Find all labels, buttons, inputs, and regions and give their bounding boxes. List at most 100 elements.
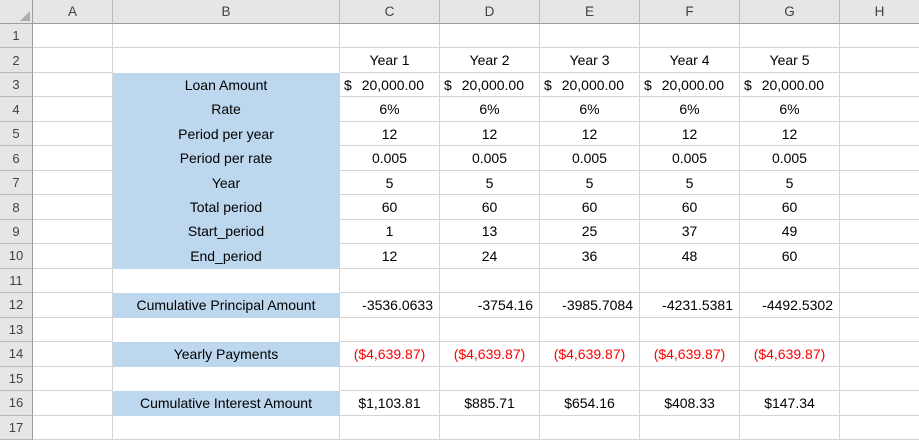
row-header-15[interactable]: 15 xyxy=(0,367,33,391)
cell-H13[interactable] xyxy=(840,318,919,342)
cell-B13[interactable] xyxy=(113,318,340,342)
cell-H8[interactable] xyxy=(840,195,919,219)
row-header-2[interactable]: 2 xyxy=(0,48,33,72)
cell-E10[interactable]: 36 xyxy=(540,244,640,268)
cell-A4[interactable] xyxy=(33,97,113,121)
cell-H14[interactable] xyxy=(840,342,919,366)
cell-C5[interactable]: 12 xyxy=(340,122,440,146)
cell-C14[interactable]: ($4,639.87) xyxy=(340,342,440,366)
cell-E14[interactable]: ($4,639.87) xyxy=(540,342,640,366)
row-header-13[interactable]: 13 xyxy=(0,318,33,342)
cell-B5[interactable]: Period per year xyxy=(113,122,340,146)
row-header-6[interactable]: 6 xyxy=(0,146,33,170)
cell-D12[interactable]: -3754.16 xyxy=(440,293,540,317)
cell-A17[interactable] xyxy=(33,416,113,440)
cell-G10[interactable]: 60 xyxy=(740,244,840,268)
cell-D1[interactable] xyxy=(440,24,540,48)
cell-B7[interactable]: Year xyxy=(113,171,340,195)
row-header-16[interactable]: 16 xyxy=(0,391,33,415)
cell-C16[interactable]: $1,103.81 xyxy=(340,391,440,415)
cell-F16[interactable]: $408.33 xyxy=(640,391,740,415)
cell-F3[interactable]: $20,000.00 xyxy=(640,73,740,97)
column-header-G[interactable]: G xyxy=(740,0,840,24)
cell-A16[interactable] xyxy=(33,391,113,415)
row-header-4[interactable]: 4 xyxy=(0,97,33,121)
cell-C9[interactable]: 1 xyxy=(340,220,440,244)
cell-A12[interactable] xyxy=(33,293,113,317)
cell-D2[interactable]: Year 2 xyxy=(440,48,540,72)
cell-G9[interactable]: 49 xyxy=(740,220,840,244)
cell-H9[interactable] xyxy=(840,220,919,244)
cell-F4[interactable]: 6% xyxy=(640,97,740,121)
column-header-A[interactable]: A xyxy=(33,0,113,24)
row-header-8[interactable]: 8 xyxy=(0,195,33,219)
cell-G12[interactable]: -4492.5302 xyxy=(740,293,840,317)
cell-D9[interactable]: 13 xyxy=(440,220,540,244)
cell-B1[interactable] xyxy=(113,24,340,48)
cell-E2[interactable]: Year 3 xyxy=(540,48,640,72)
column-header-C[interactable]: C xyxy=(340,0,440,24)
cell-G14[interactable]: ($4,639.87) xyxy=(740,342,840,366)
cell-D16[interactable]: $885.71 xyxy=(440,391,540,415)
cell-B10[interactable]: End_period xyxy=(113,244,340,268)
cell-C4[interactable]: 6% xyxy=(340,97,440,121)
row-header-1[interactable]: 1 xyxy=(0,24,33,48)
cell-C8[interactable]: 60 xyxy=(340,195,440,219)
cell-E8[interactable]: 60 xyxy=(540,195,640,219)
cell-H6[interactable] xyxy=(840,146,919,170)
cell-D8[interactable]: 60 xyxy=(440,195,540,219)
cell-G11[interactable] xyxy=(740,269,840,293)
cell-H17[interactable] xyxy=(840,416,919,440)
cell-B12[interactable]: Cumulative Principal Amount xyxy=(113,293,340,317)
row-header-5[interactable]: 5 xyxy=(0,122,33,146)
cell-C13[interactable] xyxy=(340,318,440,342)
cell-E1[interactable] xyxy=(540,24,640,48)
cell-G8[interactable]: 60 xyxy=(740,195,840,219)
cell-E17[interactable] xyxy=(540,416,640,440)
cell-G6[interactable]: 0.005 xyxy=(740,146,840,170)
cell-A6[interactable] xyxy=(33,146,113,170)
cell-H10[interactable] xyxy=(840,244,919,268)
cell-G16[interactable]: $147.34 xyxy=(740,391,840,415)
cell-E15[interactable] xyxy=(540,367,640,391)
cell-H7[interactable] xyxy=(840,171,919,195)
cell-A8[interactable] xyxy=(33,195,113,219)
cell-A3[interactable] xyxy=(33,73,113,97)
cell-C12[interactable]: -3536.0633 xyxy=(340,293,440,317)
cell-H2[interactable] xyxy=(840,48,919,72)
cell-F15[interactable] xyxy=(640,367,740,391)
cell-C11[interactable] xyxy=(340,269,440,293)
row-header-3[interactable]: 3 xyxy=(0,73,33,97)
cell-H11[interactable] xyxy=(840,269,919,293)
cell-B16[interactable]: Cumulative Interest Amount xyxy=(113,391,340,415)
column-header-B[interactable]: B xyxy=(113,0,340,24)
cell-E4[interactable]: 6% xyxy=(540,97,640,121)
cell-F8[interactable]: 60 xyxy=(640,195,740,219)
cell-G5[interactable]: 12 xyxy=(740,122,840,146)
cell-A5[interactable] xyxy=(33,122,113,146)
cell-C3[interactable]: $20,000.00 xyxy=(340,73,440,97)
row-header-10[interactable]: 10 xyxy=(0,244,33,268)
cell-H5[interactable] xyxy=(840,122,919,146)
cell-D13[interactable] xyxy=(440,318,540,342)
cell-B15[interactable] xyxy=(113,367,340,391)
cell-B8[interactable]: Total period xyxy=(113,195,340,219)
cell-C7[interactable]: 5 xyxy=(340,171,440,195)
cell-F5[interactable]: 12 xyxy=(640,122,740,146)
cell-E7[interactable]: 5 xyxy=(540,171,640,195)
cell-E13[interactable] xyxy=(540,318,640,342)
cell-B2[interactable] xyxy=(113,48,340,72)
row-header-11[interactable]: 11 xyxy=(0,269,33,293)
cell-F10[interactable]: 48 xyxy=(640,244,740,268)
cell-G1[interactable] xyxy=(740,24,840,48)
cell-F14[interactable]: ($4,639.87) xyxy=(640,342,740,366)
cell-F7[interactable]: 5 xyxy=(640,171,740,195)
cell-F9[interactable]: 37 xyxy=(640,220,740,244)
row-header-9[interactable]: 9 xyxy=(0,220,33,244)
cell-G2[interactable]: Year 5 xyxy=(740,48,840,72)
cell-C17[interactable] xyxy=(340,416,440,440)
cell-A9[interactable] xyxy=(33,220,113,244)
cell-F12[interactable]: -4231.5381 xyxy=(640,293,740,317)
row-header-14[interactable]: 14 xyxy=(0,342,33,366)
cell-D15[interactable] xyxy=(440,367,540,391)
